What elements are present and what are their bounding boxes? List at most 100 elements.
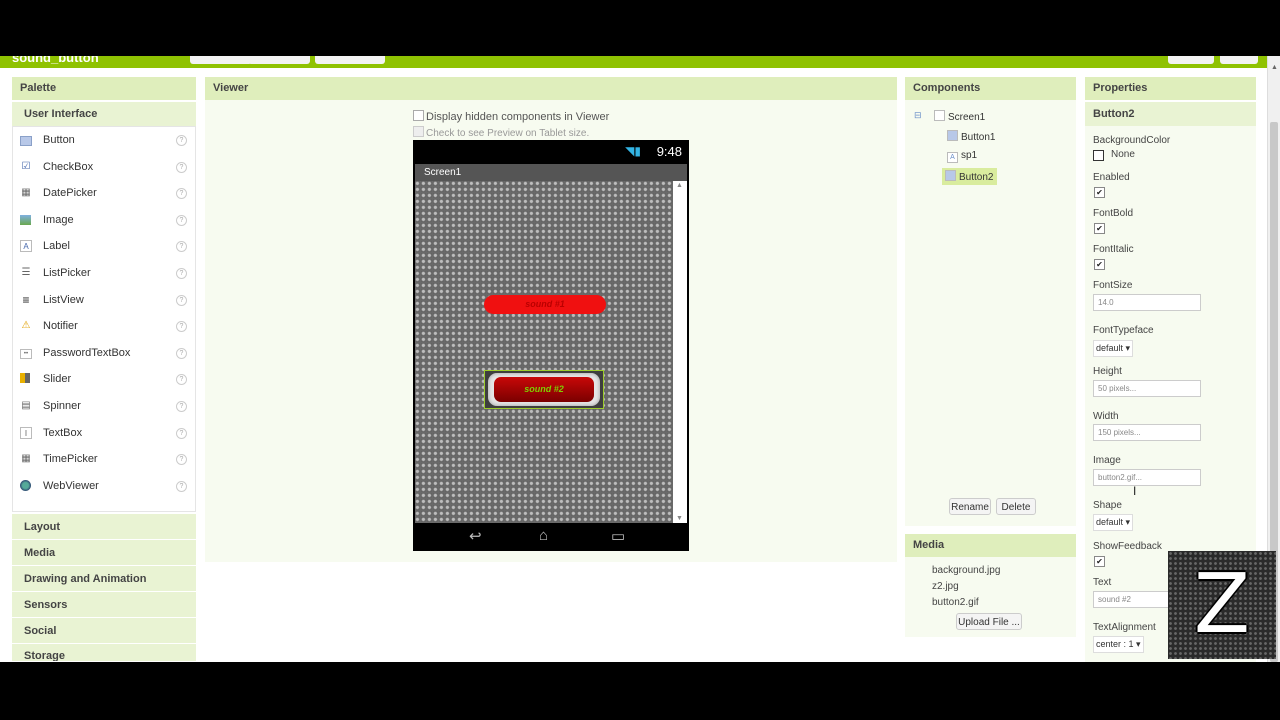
background-color-value[interactable]: None <box>1111 149 1135 160</box>
palette-item-spinner[interactable]: ▤ Spinner ? <box>13 393 195 419</box>
scroll-up-icon[interactable]: ▲ <box>1271 64 1278 71</box>
media-file[interactable]: button2.gif <box>932 597 979 608</box>
help-icon[interactable]: ? <box>176 241 187 253</box>
media-file[interactable]: z2.jpg <box>932 581 959 592</box>
rename-button[interactable]: Rename <box>949 498 991 515</box>
palette-item-webviewer[interactable]: WebViewer ? <box>13 473 195 499</box>
upload-file-button[interactable]: Upload File ... <box>956 613 1022 630</box>
media-file[interactable]: background.jpg <box>932 565 1000 576</box>
preview-button2[interactable]: sound #2 <box>488 373 600 406</box>
screen-canvas[interactable]: sound #1 sound #2 ▲ ▼ <box>415 181 687 523</box>
collapse-icon[interactable]: ⊟ <box>914 110 922 121</box>
palette-item-label: Button <box>43 134 75 146</box>
image-input[interactable]: button2.gif... <box>1093 469 1201 486</box>
palette-item-slider[interactable]: Slider ? <box>13 366 195 392</box>
tree-node-screen1[interactable]: Screen1 <box>934 110 985 123</box>
preview-button1[interactable]: sound #1 <box>484 295 606 314</box>
fontsize-input[interactable]: 14.0 <box>1093 294 1201 311</box>
prop-label-fontitalic: FontItalic <box>1093 244 1134 255</box>
palette-item-label: PasswordTextBox <box>43 346 131 359</box>
checkbox-box[interactable] <box>413 126 424 137</box>
palette-section-user-interface[interactable]: User Interface <box>12 102 196 126</box>
prop-label-textalignment: TextAlignment <box>1093 622 1156 633</box>
palette-item-label: CheckBox <box>43 160 94 173</box>
notifier-icon: ⚠ <box>21 320 31 332</box>
help-icon[interactable]: ? <box>176 294 187 306</box>
palette-item-textbox[interactable]: I TextBox ? <box>13 420 195 446</box>
palette-category-media[interactable]: Media <box>12 540 196 566</box>
palette-item-label: DatePicker <box>43 187 97 200</box>
fontbold-checkbox[interactable]: ✔ <box>1094 223 1105 234</box>
palette-item-datepicker[interactable]: ▦ DatePicker ? <box>13 180 195 206</box>
help-icon[interactable]: ? <box>176 427 187 439</box>
help-icon[interactable]: ? <box>176 214 187 226</box>
preview-button2-selected[interactable]: sound #2 <box>484 370 604 409</box>
toolbar-button-blocks[interactable] <box>1220 56 1258 64</box>
tree-node-button2[interactable]: Button2 <box>942 168 998 185</box>
palette-item-image[interactable]: Image ? <box>13 207 195 233</box>
shape-select[interactable]: default ▾ <box>1093 514 1134 531</box>
show-hidden-label: Display hidden components in Viewer <box>426 111 610 123</box>
palette-item-listpicker[interactable]: ☰ ListPicker ? <box>13 260 195 286</box>
toolbar-button-3[interactable] <box>315 56 385 64</box>
help-icon[interactable]: ? <box>176 454 187 466</box>
tree-node-label: Button2 <box>959 172 994 183</box>
scroll-up-icon[interactable]: ▲ <box>676 182 683 189</box>
tree-node-button1[interactable]: Button1 <box>947 130 995 143</box>
palette-item-listview[interactable]: ≡ ListView ? <box>13 287 195 313</box>
tree-node-label: sp1 <box>961 150 978 161</box>
help-icon[interactable]: ? <box>176 321 187 333</box>
palette-item-checkbox[interactable]: ☑ CheckBox ? <box>13 154 195 180</box>
toolbar-button-1[interactable] <box>190 56 252 64</box>
logo-letter: Z <box>1193 557 1251 652</box>
delete-button[interactable]: Delete <box>996 498 1036 515</box>
palette-category-social[interactable]: Social <box>12 618 196 644</box>
tree-node-sp1[interactable]: Asp1 <box>947 150 977 163</box>
showfeedback-checkbox[interactable]: ✔ <box>1094 556 1105 567</box>
help-icon[interactable]: ? <box>176 135 187 146</box>
enabled-checkbox[interactable]: ✔ <box>1094 187 1105 198</box>
prop-label-text: Text <box>1093 577 1112 588</box>
help-icon[interactable]: ? <box>176 161 187 173</box>
viewer-header: Viewer <box>205 77 897 100</box>
listview-icon: ≡ <box>22 292 30 307</box>
webviewer-icon <box>20 479 31 491</box>
phone-status-bar: ◥▮ 9:48 <box>413 140 689 164</box>
palette-item-notifier[interactable]: ⚠ Notifier ? <box>13 313 195 339</box>
scroll-down-icon[interactable]: ▼ <box>676 515 683 522</box>
palette-list: Button ? ☑ CheckBox ? ▦ DatePicker ? Ima… <box>12 126 196 512</box>
palette-category-layout[interactable]: Layout <box>12 514 196 540</box>
tablet-preview-checkbox[interactable]: Check to see Preview on Tablet size. <box>413 126 589 139</box>
screen-scrollbar[interactable]: ▲ ▼ <box>673 181 687 523</box>
help-icon[interactable]: ? <box>176 480 187 492</box>
fontitalic-checkbox[interactable]: ✔ <box>1094 259 1105 270</box>
palette-category-drawing-and-animation[interactable]: Drawing and Animation <box>12 566 196 592</box>
help-icon[interactable]: ? <box>176 401 187 412</box>
toolbar-button-designer[interactable] <box>1168 56 1214 64</box>
toolbar-button-2[interactable] <box>248 56 310 64</box>
palette-item-timepicker[interactable]: ▦ TimePicker ? <box>13 446 195 472</box>
spinner-icon: ▤ <box>21 400 31 411</box>
palette-item-passwordtextbox[interactable]: •• PasswordTextBox ? <box>13 340 195 366</box>
prop-label-showfeedback: ShowFeedback <box>1093 541 1162 552</box>
palette-category-storage[interactable]: Storage <box>12 644 196 662</box>
palette-category-sensors[interactable]: Sensors <box>12 592 196 618</box>
height-input[interactable]: 50 pixels... <box>1093 380 1201 397</box>
prop-label-shape: Shape <box>1093 500 1122 511</box>
background-color-swatch[interactable] <box>1093 150 1104 161</box>
help-icon[interactable]: ? <box>176 374 187 386</box>
help-icon[interactable]: ? <box>176 188 187 200</box>
help-icon[interactable]: ? <box>176 268 187 279</box>
passwordtextbox-icon: •• <box>20 348 32 359</box>
fonttypeface-select[interactable]: default ▾ <box>1093 340 1134 357</box>
palette-item-button[interactable]: Button ? <box>13 127 195 153</box>
textalignment-select[interactable]: center : 1 ▾ <box>1093 636 1144 653</box>
width-input[interactable]: 150 pixels... <box>1093 424 1201 441</box>
show-hidden-components-checkbox[interactable]: Display hidden components in Viewer <box>413 110 609 123</box>
help-icon[interactable]: ? <box>176 347 187 359</box>
slider-icon <box>20 373 30 384</box>
prop-label-width: Width <box>1093 411 1119 422</box>
checkbox-box[interactable] <box>413 110 424 121</box>
palette-item-label[interactable]: A Label ? <box>13 233 195 259</box>
palette-item-label: Spinner <box>43 400 81 412</box>
